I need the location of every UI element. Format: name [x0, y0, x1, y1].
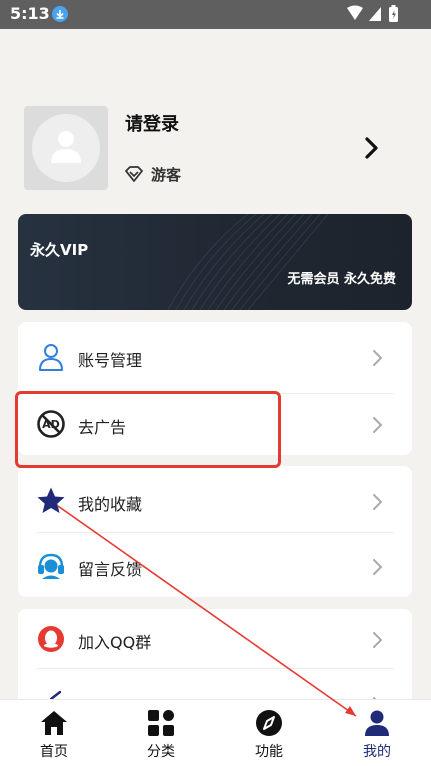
user-tier-label: 游客 — [151, 166, 182, 184]
annotation-highlight-box — [15, 391, 281, 468]
status-time: 5:13 — [10, 4, 50, 23]
menu-item-favorites[interactable]: 我的收藏 — [18, 468, 412, 534]
diamond-icon — [125, 166, 143, 182]
system-status-icons — [347, 5, 398, 22]
login-prompt[interactable]: 请登录 — [125, 110, 179, 136]
menu-group-misc: 加入QQ群 清除缓存 — [18, 606, 412, 719]
avatar[interactable] — [24, 106, 108, 190]
signal-icon — [369, 7, 381, 21]
star-icon — [37, 487, 65, 513]
tab-label: 首页 — [40, 744, 68, 760]
chevron-right-icon — [373, 417, 383, 433]
wifi-icon — [347, 5, 363, 20]
wave-pattern-decoration — [167, 214, 329, 310]
menu-item-account[interactable]: 账号管理 — [18, 324, 412, 390]
tab-label: 我的 — [363, 744, 391, 760]
tab-category[interactable]: 分类 — [107, 700, 215, 766]
divider — [36, 668, 394, 669]
tab-home[interactable]: 首页 — [0, 700, 108, 766]
menu-item-join-qq[interactable]: 加入QQ群 — [18, 606, 412, 672]
menu-item-label: 留言反馈 — [78, 560, 143, 579]
menu-group-personal: 我的收藏 留言反馈 — [18, 466, 412, 597]
compass-icon — [256, 710, 282, 736]
tab-label: 分类 — [147, 744, 175, 760]
grid-icon — [148, 710, 174, 736]
person-icon — [365, 710, 389, 736]
chevron-right-icon[interactable] — [363, 136, 381, 160]
bottom-tab-bar: 首页 分类 功能 我的 — [0, 699, 431, 766]
status-bar: 5:13 — [0, 0, 431, 29]
user-icon — [39, 344, 63, 371]
default-avatar-icon — [51, 131, 81, 163]
home-icon — [41, 711, 67, 735]
profile-header[interactable]: 请登录 游客 — [24, 106, 410, 192]
tab-mine[interactable]: 我的 — [323, 700, 431, 766]
menu-item-feedback[interactable]: 留言反馈 — [18, 533, 412, 599]
tab-functions[interactable]: 功能 — [215, 700, 323, 766]
chevron-right-icon — [373, 632, 383, 648]
qq-icon — [38, 626, 64, 652]
menu-item-label: 加入QQ群 — [78, 633, 152, 652]
menu-item-label: 我的收藏 — [78, 495, 143, 514]
vip-subtitle: 无需会员 永久免费 — [287, 272, 396, 287]
chevron-right-icon — [373, 494, 383, 510]
tab-label: 功能 — [255, 744, 283, 760]
headset-icon — [38, 553, 64, 579]
chevron-right-icon — [373, 350, 383, 366]
vip-title: 永久VIP — [30, 241, 89, 259]
vip-banner[interactable]: 永久VIP 无需会员 永久免费 — [18, 214, 412, 310]
menu-item-label: 账号管理 — [78, 351, 143, 370]
download-icon — [52, 6, 68, 22]
chevron-right-icon — [373, 559, 383, 575]
